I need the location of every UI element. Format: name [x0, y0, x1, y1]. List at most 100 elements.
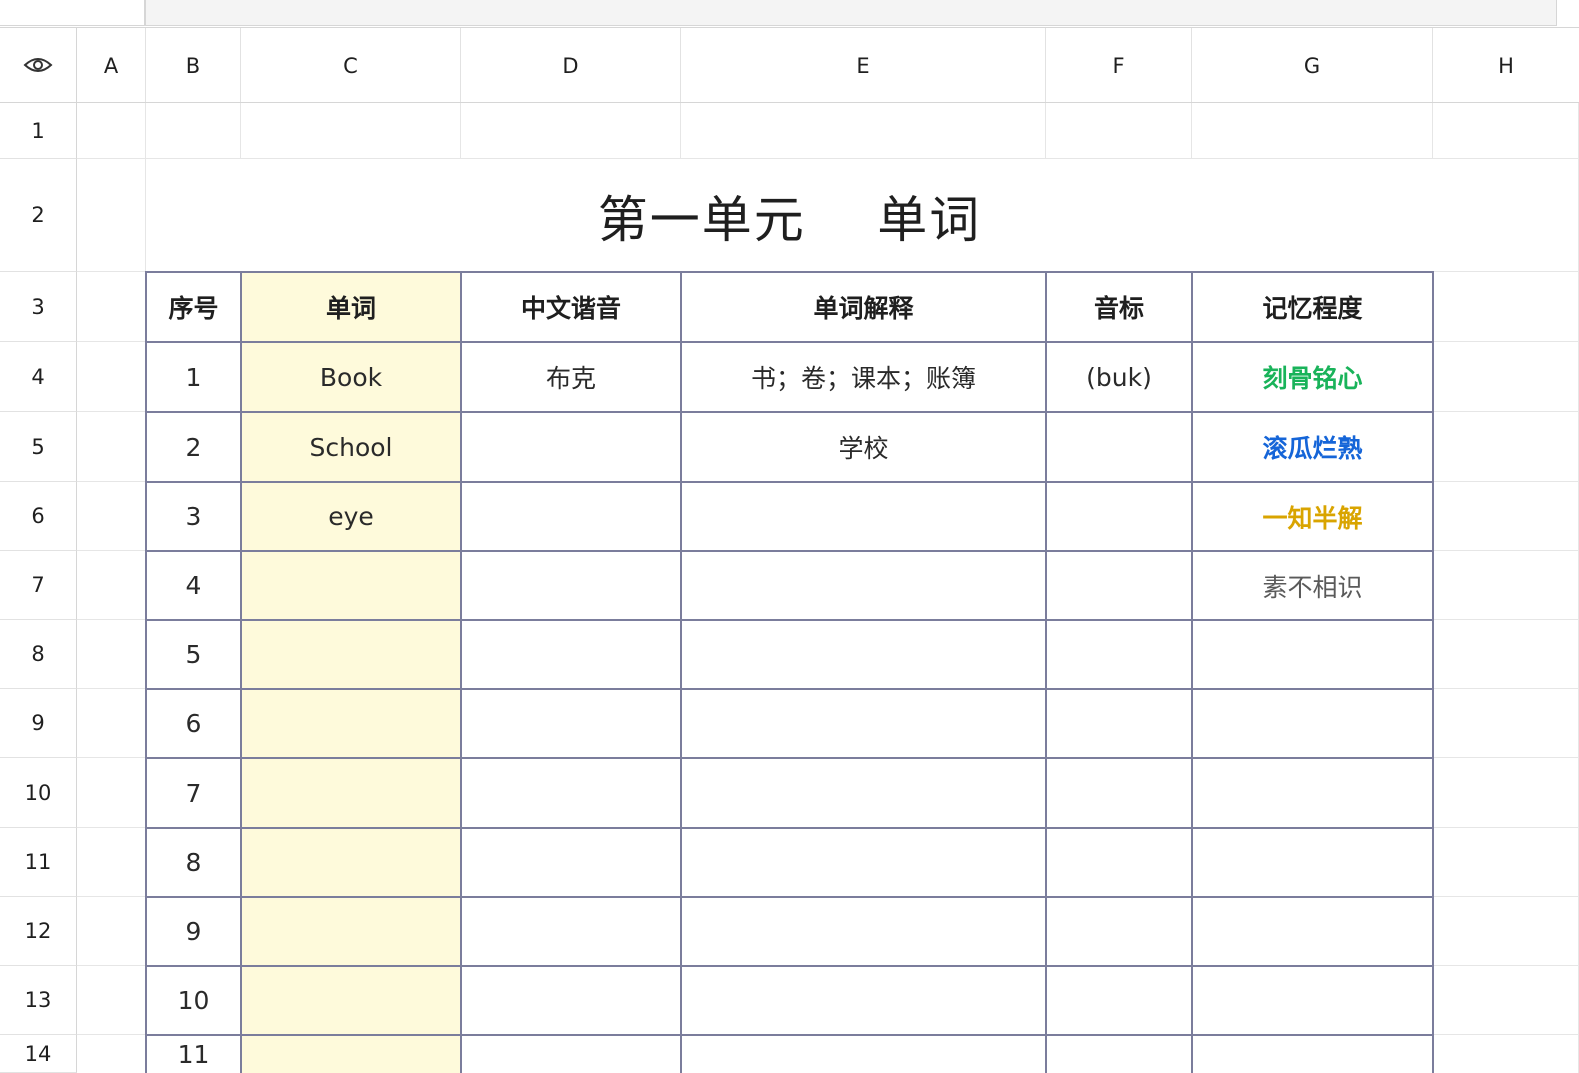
table-cell-memory-level[interactable]: 素不相识	[1192, 551, 1433, 620]
table-cell-memory-level[interactable]	[1192, 620, 1433, 689]
table-cell-memory-level[interactable]	[1192, 966, 1433, 1035]
table-cell-phonetic[interactable]	[1046, 482, 1192, 551]
table-cell-memory-level[interactable]: 刻骨铭心	[1192, 342, 1433, 412]
table-cell-memory-level[interactable]	[1192, 897, 1433, 966]
table-cell-pronunciation[interactable]	[461, 689, 681, 758]
table-header-word[interactable]: 单词	[241, 272, 461, 342]
table-header-meaning[interactable]: 单词解释	[681, 272, 1046, 342]
table-cell-index[interactable]: 8	[146, 828, 241, 897]
table-cell-pronunciation[interactable]	[461, 551, 681, 620]
table-cell-meaning[interactable]	[681, 1035, 1046, 1073]
table-header-index[interactable]: 序号	[146, 272, 241, 342]
table-cell-phonetic[interactable]	[1046, 689, 1192, 758]
table-cell-index[interactable]: 2	[146, 412, 241, 482]
table-cell-word[interactable]: School	[241, 412, 461, 482]
table-cell-pronunciation[interactable]	[461, 1035, 681, 1073]
row-header-2[interactable]: 2	[0, 159, 77, 272]
table-cell-word[interactable]: Book	[241, 342, 461, 412]
table-cell-word[interactable]	[241, 758, 461, 828]
table-cell-memory-level[interactable]	[1192, 758, 1433, 828]
table-cell-meaning[interactable]: 书；卷；课本；账簿	[681, 342, 1046, 412]
formula-input[interactable]	[145, 0, 1557, 26]
table-cell-meaning[interactable]	[681, 758, 1046, 828]
table-cell-index[interactable]: 10	[146, 966, 241, 1035]
table-header-memory-level[interactable]: 记忆程度	[1192, 272, 1433, 342]
table-cell-phonetic[interactable]	[1046, 551, 1192, 620]
table-cell-meaning[interactable]	[681, 551, 1046, 620]
table-cell-pronunciation[interactable]	[461, 758, 681, 828]
table-cell-phonetic[interactable]	[1046, 1035, 1192, 1073]
table-header-pronunciation[interactable]: 中文谐音	[461, 272, 681, 342]
table-cell-word[interactable]	[241, 620, 461, 689]
table-cell-index[interactable]: 9	[146, 897, 241, 966]
row-header-10[interactable]: 10	[0, 758, 77, 828]
table-cell-memory-level[interactable]	[1192, 828, 1433, 897]
table-cell-memory-level[interactable]: 一知半解	[1192, 482, 1433, 551]
select-all-corner[interactable]	[0, 28, 77, 102]
table-cell-index[interactable]: 3	[146, 482, 241, 551]
table-cell-phonetic[interactable]: (buk)	[1046, 342, 1192, 412]
table-cell-phonetic[interactable]	[1046, 758, 1192, 828]
table-cell-word[interactable]	[241, 1035, 461, 1073]
table-cell-phonetic[interactable]	[1046, 828, 1192, 897]
column-header-g[interactable]: G	[1192, 28, 1433, 102]
row-header-4[interactable]: 4	[0, 342, 77, 412]
table-cell-phonetic[interactable]	[1046, 966, 1192, 1035]
column-header-a[interactable]: A	[77, 28, 146, 102]
table-cell-meaning[interactable]	[681, 966, 1046, 1035]
table-border	[145, 550, 1434, 552]
row-header-6[interactable]: 6	[0, 482, 77, 551]
row-header-12[interactable]: 12	[0, 897, 77, 966]
column-header-f[interactable]: F	[1046, 28, 1192, 102]
table-cell-index[interactable]: 6	[146, 689, 241, 758]
column-header-h[interactable]: H	[1433, 28, 1579, 102]
table-cell-index[interactable]: 4	[146, 551, 241, 620]
table-cell-memory-level[interactable]	[1192, 1035, 1433, 1073]
table-cell-index[interactable]: 1	[146, 342, 241, 412]
row-header-11[interactable]: 11	[0, 828, 77, 897]
table-cell-pronunciation[interactable]	[461, 412, 681, 482]
name-box[interactable]	[0, 0, 145, 26]
table-cell-index[interactable]: 5	[146, 620, 241, 689]
table-cell-pronunciation[interactable]	[461, 482, 681, 551]
table-cell-pronunciation[interactable]	[461, 897, 681, 966]
row-header-7[interactable]: 7	[0, 551, 77, 620]
table-cell-word[interactable]	[241, 828, 461, 897]
column-header-e[interactable]: E	[681, 28, 1046, 102]
table-cell-word[interactable]: eye	[241, 482, 461, 551]
table-cell-meaning[interactable]	[681, 620, 1046, 689]
column-header-b[interactable]: B	[146, 28, 241, 102]
row-header-14[interactable]: 14	[0, 1035, 77, 1073]
table-cell-pronunciation[interactable]	[461, 828, 681, 897]
column-header-c[interactable]: C	[241, 28, 461, 102]
table-cell-meaning[interactable]	[681, 897, 1046, 966]
table-cell-pronunciation[interactable]	[461, 966, 681, 1035]
table-cell-memory-level[interactable]: 滚瓜烂熟	[1192, 412, 1433, 482]
table-cell-phonetic[interactable]	[1046, 897, 1192, 966]
sheet-title[interactable]: 第一单元 单词	[146, 159, 1433, 272]
table-cell-word[interactable]	[241, 966, 461, 1035]
table-cell-phonetic[interactable]	[1046, 620, 1192, 689]
row-header-8[interactable]: 8	[0, 620, 77, 689]
table-cell-meaning[interactable]: 学校	[681, 412, 1046, 482]
table-cell-word[interactable]	[241, 551, 461, 620]
table-header-phonetic[interactable]: 音标	[1046, 272, 1192, 342]
table-cell-phonetic[interactable]	[1046, 412, 1192, 482]
row-header-9[interactable]: 9	[0, 689, 77, 758]
row-header-5[interactable]: 5	[0, 412, 77, 482]
cell-grid[interactable]: 第一单元 单词 序号 单词 中文谐音 单词解释 音标 记忆程度 1 Book 布克 书；卷；课本；账…	[77, 103, 1579, 1073]
table-cell-word[interactable]	[241, 689, 461, 758]
table-cell-word[interactable]	[241, 897, 461, 966]
table-cell-pronunciation[interactable]: 布克	[461, 342, 681, 412]
row-header-3[interactable]: 3	[0, 272, 77, 342]
table-cell-meaning[interactable]	[681, 689, 1046, 758]
row-header-1[interactable]: 1	[0, 103, 77, 159]
table-cell-memory-level[interactable]	[1192, 689, 1433, 758]
table-cell-pronunciation[interactable]	[461, 620, 681, 689]
column-header-d[interactable]: D	[461, 28, 681, 102]
table-cell-index[interactable]: 11	[146, 1035, 241, 1073]
table-cell-index[interactable]: 7	[146, 758, 241, 828]
table-cell-meaning[interactable]	[681, 482, 1046, 551]
row-header-13[interactable]: 13	[0, 966, 77, 1035]
table-cell-meaning[interactable]	[681, 828, 1046, 897]
